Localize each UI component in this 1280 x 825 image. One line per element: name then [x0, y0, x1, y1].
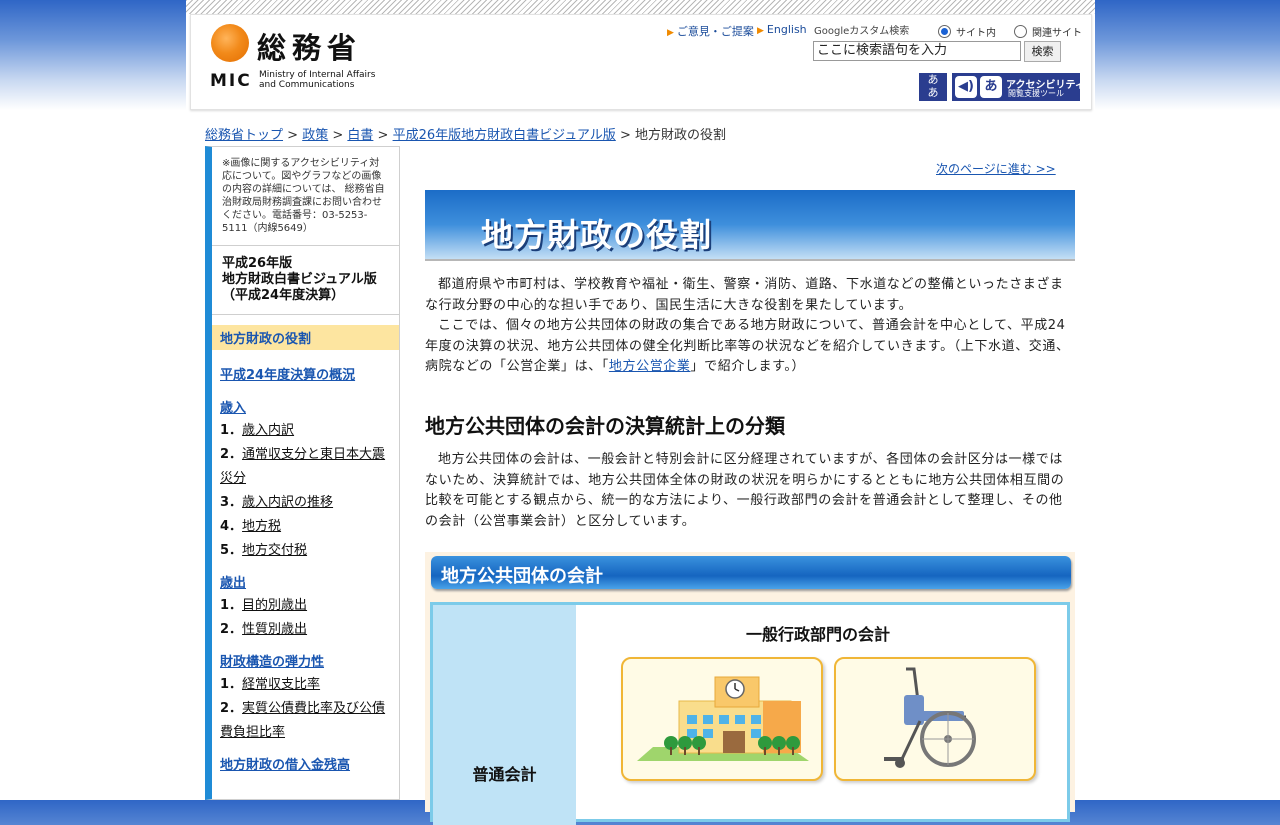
sidebar-item-current[interactable]: 地方財政の役割 — [212, 325, 399, 350]
diagram-column-title: 一般行政部門の会計 — [745, 625, 890, 644]
diagram-header: 地方公共団体の会計 — [431, 556, 1071, 589]
diagram-box: 普通会計 一般行政部門の会計 — [430, 602, 1070, 825]
logo-en-line2: and Communications — [259, 80, 355, 90]
wheelchair-icon — [884, 667, 976, 768]
accessibility-note: ※画像に関するアクセシビリティ対応について。図やグラフなどの画像の内容の詳細につ… — [212, 147, 399, 246]
sidebar-section-flexibility[interactable]: 財政構造の弾力性 — [212, 651, 399, 670]
pub-line3: （平成24年度決算） — [222, 288, 345, 303]
breadcrumb-sep: > — [615, 128, 635, 143]
school-building-icon — [637, 676, 809, 761]
breadcrumb-link-policy[interactable]: 政策 — [302, 128, 328, 143]
next-page-link[interactable]: 次のページに進む >> — [936, 160, 1056, 177]
diagram-row-label: 普通会計 — [472, 765, 537, 784]
breadcrumb-sep: > — [328, 128, 348, 143]
radio-checked-icon[interactable] — [938, 25, 951, 38]
breadcrumb: 総務省トップ > 政策 > 白書 > 平成26年版地方財政白書ビジュアル版 > … — [205, 124, 726, 143]
search-button[interactable]: 検索 — [1024, 41, 1061, 62]
sidebar-item[interactable]: 2．実質公債費比率及び公債費負担比率 — [212, 697, 399, 745]
pub-line2: 地方財政白書ビジュアル版 — [222, 272, 377, 287]
public-enterprise-link[interactable]: 地方公営企業 — [609, 359, 691, 374]
breadcrumb-link-whitepaper[interactable]: 白書 — [347, 128, 373, 143]
page-title: 地方財政の役割 — [481, 216, 713, 254]
speaker-icon: ◀) — [955, 76, 977, 98]
intro-paragraph-1: 都道府県や市町村は、学校教育や福祉・衛生、警察・消防、道路、下水道などの整備とい… — [425, 277, 1064, 313]
arrow-right-icon: ▶ — [667, 28, 674, 38]
accessibility-tool-button[interactable]: ◀) あ アクセシビリティ 閲覧支援ツール — [952, 73, 1085, 101]
opinion-link-label: ご意見・ご提案 — [676, 25, 754, 38]
header-hatch — [186, 0, 1095, 14]
english-link[interactable]: ▶ English — [757, 23, 807, 36]
sidebar-section-debt[interactable]: 地方財政の借入金残高 — [212, 754, 399, 773]
sidebar-section-revenue[interactable]: 歳入 — [212, 397, 399, 416]
diagram-title: 地方公共団体の会計 — [441, 566, 603, 587]
sidebar-item[interactable]: 5．地方交付税 — [212, 539, 399, 563]
sidebar-section-expenditure[interactable]: 歳出 — [212, 572, 399, 591]
google-custom-search-label: Googleカスタム検索 — [814, 26, 910, 37]
radio-site[interactable]: サイト内 — [938, 24, 996, 39]
logo-title[interactable]: 総務省 — [257, 25, 362, 67]
page-title-banner: 地方財政の役割 — [425, 190, 1075, 261]
site-header: 総務省 MIC Ministry of Internal Affairs and… — [190, 14, 1092, 110]
pub-line1: 平成26年版 — [222, 256, 293, 271]
english-link-label: English — [766, 23, 807, 36]
section-paragraph: 地方公共団体の会計は、一般会計と特別会計に区分経理されていますが、各団体の会計区… — [425, 452, 1065, 529]
radio-related-label: 関連サイト — [1032, 28, 1082, 39]
sidebar-item[interactable]: 2．通常収支分と東日本大震災分 — [212, 443, 399, 491]
sidebar-item[interactable]: 1．目的別歳出 — [212, 594, 399, 618]
publication-title: 平成26年版 地方財政白書ビジュアル版 （平成24年度決算） — [212, 246, 399, 315]
opinion-link[interactable]: ▶ ご意見・ご提案 — [667, 23, 754, 39]
logo-en-line1: Ministry of Internal Affairs — [259, 70, 376, 80]
search-input[interactable]: ここに検索語句を入力 — [813, 41, 1021, 61]
breadcrumb-link-top[interactable]: 総務省トップ — [205, 128, 283, 143]
school-illustration-card — [621, 657, 823, 781]
sidebar-item[interactable]: 4．地方税 — [212, 515, 399, 539]
arrow-right-icon: ▶ — [757, 26, 764, 36]
sidebar-item[interactable]: 1．歳入内訳 — [212, 419, 399, 443]
accessibility-a-icon: あ — [980, 76, 1002, 98]
sidebar: ※画像に関するアクセシビリティ対応について。図やグラフなどの画像の内容の詳細につ… — [205, 146, 400, 800]
radio-unchecked-icon[interactable] — [1014, 25, 1027, 38]
section-heading: 地方公共団体の会計の決算統計上の分類 — [425, 414, 785, 438]
sidebar-item[interactable]: 2．性質別歳出 — [212, 618, 399, 642]
breadcrumb-link-visual[interactable]: 平成26年版地方財政白書ビジュアル版 — [393, 128, 616, 143]
intro-paragraph-2: ここでは、個々の地方公共団体の財政の集合である地方財政について、普通会計を中心と… — [425, 316, 1071, 378]
sidebar-item[interactable]: 1．経常収支比率 — [212, 673, 399, 697]
logo-english: Ministry of Internal Affairs and Communi… — [259, 70, 375, 90]
radio-site-label: サイト内 — [956, 28, 996, 39]
accounts-diagram: 地方公共団体の会計 普通会計 一般行政部門の会計 — [425, 552, 1075, 825]
sidebar-item[interactable]: 3．歳入内訳の推移 — [212, 491, 399, 515]
breadcrumb-sep: > — [373, 128, 393, 143]
radio-related[interactable]: 関連サイト — [1014, 24, 1082, 39]
logo-abbr: MIC — [210, 71, 252, 91]
sidebar-nav: 地方財政の役割 平成24年度決算の概況 歳入 1．歳入内訳 2．通常収支分と東日… — [212, 315, 399, 773]
diagram-row-header: 普通会計 — [433, 605, 576, 825]
intro-p2-tail: 」で紹介します。） — [690, 359, 806, 374]
breadcrumb-current: 地方財政の役割 — [634, 128, 726, 143]
mojiban-icon[interactable]: ああ — [919, 73, 947, 101]
wheelchair-illustration-card — [834, 657, 1036, 781]
mic-logo-icon[interactable] — [211, 24, 249, 62]
sidebar-item-overview[interactable]: 平成24年度決算の概況 — [212, 364, 399, 383]
accessibility-subtitle: 閲覧支援ツール — [1008, 89, 1064, 98]
breadcrumb-sep: > — [283, 128, 303, 143]
